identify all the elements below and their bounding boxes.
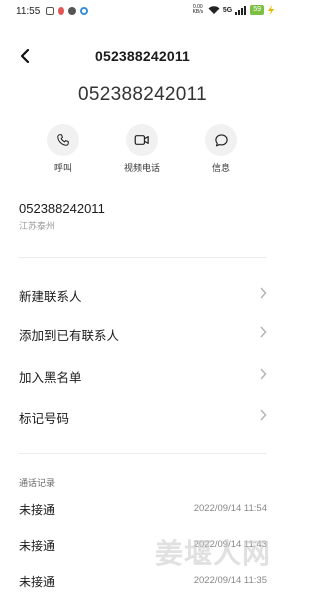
divider bbox=[19, 257, 267, 258]
header: 052388242011 bbox=[0, 36, 285, 76]
video-call-button[interactable]: 视频电话 bbox=[107, 124, 177, 174]
call-time: 2022/09/14 11:35 bbox=[193, 575, 267, 586]
call-status: 未接通 bbox=[19, 539, 56, 553]
call-button[interactable]: 呼叫 bbox=[28, 124, 98, 174]
menu-new-contact[interactable]: 新建联系人 bbox=[0, 275, 285, 311]
charging-icon bbox=[268, 5, 274, 15]
call-time: 2022/09/14 11:54 bbox=[193, 503, 267, 514]
call-status: 未接通 bbox=[19, 575, 56, 589]
call-log-row[interactable]: 未接通 2022/09/14 11:54 bbox=[0, 494, 285, 524]
chevron-right-icon bbox=[260, 326, 267, 338]
contact-location: 江苏泰州 bbox=[19, 221, 56, 231]
contact-number-large: 052388242011 bbox=[78, 84, 207, 102]
watermark: 姜堰人网 bbox=[154, 537, 271, 570]
location-icon bbox=[58, 7, 64, 15]
chevron-right-icon bbox=[260, 368, 267, 380]
call-status: 未接通 bbox=[19, 503, 56, 517]
contact-number[interactable]: 052388242011 bbox=[19, 201, 259, 216]
notification-icons bbox=[46, 7, 88, 15]
chat-icon bbox=[68, 7, 76, 15]
chevron-right-icon bbox=[260, 409, 267, 421]
chevron-right-icon bbox=[260, 287, 267, 299]
action-bar: 呼叫 视频电话 信息 bbox=[0, 124, 285, 174]
message-icon bbox=[214, 133, 228, 146]
menu-mark-number[interactable]: 标记号码 bbox=[0, 397, 285, 433]
page-title: 052388242011 bbox=[94, 48, 191, 64]
message-button[interactable]: 信息 bbox=[186, 124, 256, 174]
signal-icon bbox=[235, 5, 247, 15]
video-icon bbox=[134, 135, 149, 145]
battery-level: 59 bbox=[250, 5, 264, 15]
call-log-title: 通话记录 bbox=[19, 478, 56, 488]
network-type: 5G bbox=[222, 6, 233, 14]
network-speed: 0.00 KB/s bbox=[192, 4, 204, 15]
divider bbox=[19, 453, 267, 454]
contact-info: 052388242011 江苏泰州 bbox=[19, 201, 259, 232]
app-icon bbox=[80, 7, 88, 15]
phone-icon bbox=[57, 134, 69, 146]
notification-icon bbox=[46, 7, 54, 15]
status-time: 11:55 bbox=[16, 6, 41, 17]
menu-add-to-existing[interactable]: 添加到已有联系人 bbox=[0, 314, 285, 350]
menu-add-blacklist[interactable]: 加入黑名单 bbox=[0, 356, 285, 392]
status-bar: 11:55 0.00 KB/s 5G 59 bbox=[0, 0, 285, 24]
wifi-icon bbox=[208, 5, 220, 14]
